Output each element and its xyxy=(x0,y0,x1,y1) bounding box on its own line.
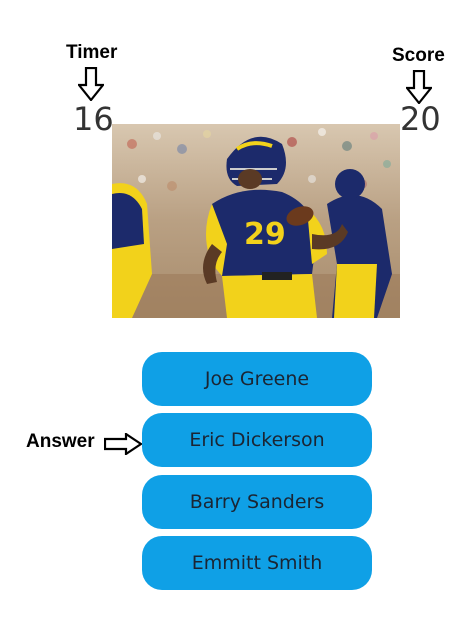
right-arrow-icon xyxy=(104,433,142,455)
answer-option-label: Emmitt Smith xyxy=(191,552,323,574)
player-photo: 29 xyxy=(112,124,400,318)
score-value: 20 xyxy=(400,100,441,138)
answer-callout-label: Answer xyxy=(26,431,95,452)
down-arrow-icon xyxy=(78,67,104,101)
score-callout-label: Score xyxy=(392,45,445,66)
timer-value: 16 xyxy=(73,100,114,138)
answer-option-label: Eric Dickerson xyxy=(189,429,325,451)
svg-text:29: 29 xyxy=(244,217,286,252)
answer-option-button[interactable]: Joe Greene xyxy=(142,352,372,406)
answer-option-label: Barry Sanders xyxy=(189,491,325,513)
answer-option-button[interactable]: Emmitt Smith xyxy=(142,536,372,590)
answer-option-label: Joe Greene xyxy=(204,368,310,390)
timer-callout-label: Timer xyxy=(66,42,118,63)
down-arrow-icon xyxy=(406,70,432,104)
answer-option-button[interactable]: Eric Dickerson xyxy=(142,413,372,467)
answer-option-button[interactable]: Barry Sanders xyxy=(142,475,372,529)
